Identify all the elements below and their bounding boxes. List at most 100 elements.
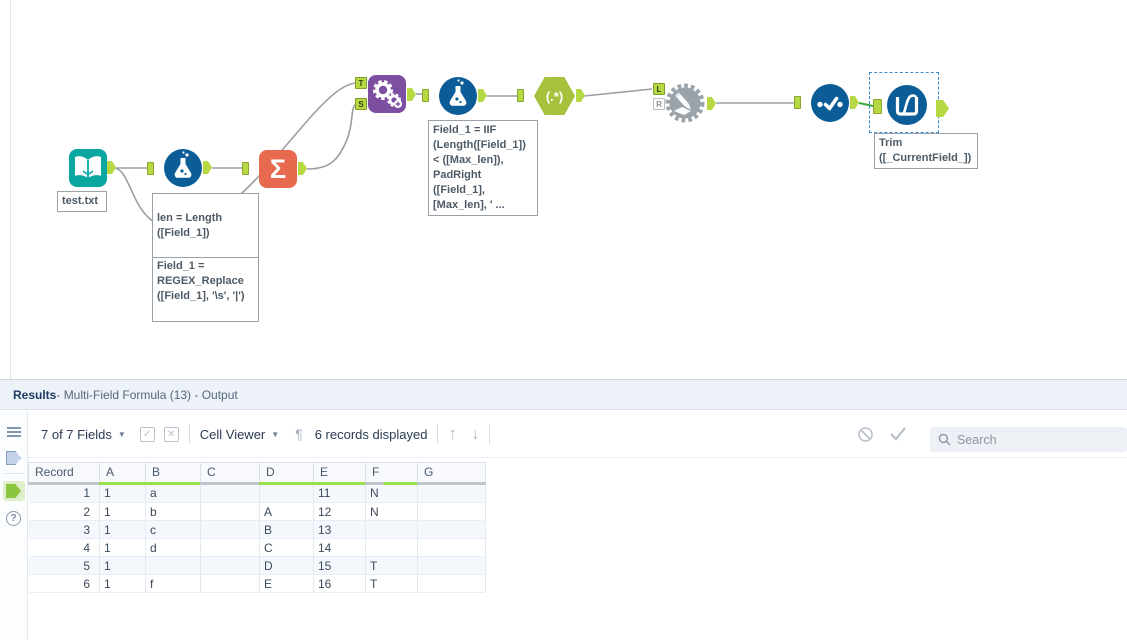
cell[interactable]: d bbox=[145, 538, 201, 557]
cell[interactable] bbox=[200, 556, 260, 575]
regex-input-anchor[interactable] bbox=[517, 89, 524, 102]
deselect-fields-icon[interactable]: ✕ bbox=[163, 426, 179, 442]
search-input[interactable] bbox=[957, 432, 1107, 447]
cell[interactable]: 1 bbox=[99, 520, 146, 539]
column-header-record[interactable]: Record bbox=[28, 462, 100, 485]
multi-field-formula-output-anchor[interactable] bbox=[936, 100, 949, 117]
cell[interactable] bbox=[259, 484, 314, 503]
append-fields-S-anchor[interactable]: S bbox=[355, 98, 367, 110]
pilcrow-icon[interactable]: ¶ bbox=[295, 426, 303, 442]
record-number[interactable]: 1 bbox=[28, 484, 100, 503]
cell[interactable] bbox=[417, 502, 486, 521]
cell[interactable] bbox=[417, 574, 486, 593]
cell[interactable] bbox=[200, 484, 260, 503]
cell[interactable]: T bbox=[365, 574, 418, 593]
record-number[interactable]: 2 bbox=[28, 502, 100, 521]
cell[interactable] bbox=[200, 502, 260, 521]
cell[interactable]: 1 bbox=[99, 484, 146, 503]
tool-dynamic-rename[interactable] bbox=[664, 82, 706, 124]
dynamic-rename-R-anchor[interactable]: R bbox=[653, 98, 665, 110]
cell[interactable] bbox=[200, 574, 260, 593]
cell[interactable]: 14 bbox=[313, 538, 366, 557]
tool-regex[interactable]: (.*) bbox=[534, 77, 575, 115]
cell[interactable]: N bbox=[365, 502, 418, 521]
column-header-d[interactable]: D bbox=[259, 462, 314, 485]
append-fields-output-anchor[interactable] bbox=[407, 88, 416, 101]
search-box[interactable] bbox=[930, 427, 1127, 452]
cell[interactable]: 1 bbox=[99, 502, 146, 521]
chevron-down-icon[interactable]: ▼ bbox=[271, 430, 279, 439]
cell[interactable]: B bbox=[259, 520, 314, 539]
record-number[interactable]: 6 bbox=[28, 574, 100, 593]
formula2-output-anchor[interactable] bbox=[478, 89, 487, 102]
cell[interactable]: 1 bbox=[99, 538, 146, 557]
cell[interactable]: 11 bbox=[313, 484, 366, 503]
cell[interactable]: a bbox=[145, 484, 201, 503]
dynamic-rename-L-anchor[interactable]: L bbox=[653, 83, 665, 95]
input-anchor-icon[interactable] bbox=[5, 450, 23, 466]
annotation-formula-1[interactable]: len = Length ([Field_1]) Field_1 = REGEX… bbox=[152, 193, 259, 322]
cell[interactable] bbox=[200, 520, 260, 539]
cell[interactable]: 1 bbox=[99, 556, 146, 575]
next-record-icon[interactable]: ↓ bbox=[471, 424, 480, 444]
cell[interactable]: T bbox=[365, 556, 418, 575]
output-anchor-icon[interactable] bbox=[2, 481, 25, 501]
column-header-c[interactable]: C bbox=[200, 462, 260, 485]
annotation-multi-field-formula[interactable]: Trim ([_CurrentField_]) bbox=[874, 133, 978, 169]
cell[interactable]: D bbox=[259, 556, 314, 575]
column-header-g[interactable]: G bbox=[417, 462, 486, 485]
column-header-e[interactable]: E bbox=[313, 462, 366, 485]
record-number[interactable]: 4 bbox=[28, 538, 100, 557]
column-header-a[interactable]: A bbox=[99, 462, 146, 485]
cell[interactable]: f bbox=[145, 574, 201, 593]
formula1-output-anchor[interactable] bbox=[203, 161, 212, 174]
formula1-input-anchor[interactable] bbox=[147, 162, 154, 175]
select-input-anchor[interactable] bbox=[794, 96, 801, 109]
annotation-input-data[interactable]: test.txt bbox=[57, 191, 107, 212]
cell[interactable]: 13 bbox=[313, 520, 366, 539]
cell[interactable] bbox=[417, 556, 486, 575]
cell[interactable] bbox=[365, 520, 418, 539]
formula2-input-anchor[interactable] bbox=[422, 89, 429, 102]
record-number[interactable]: 3 bbox=[28, 520, 100, 539]
prev-record-icon[interactable]: ↑ bbox=[448, 424, 457, 444]
cell-viewer-dropdown[interactable]: Cell Viewer bbox=[200, 427, 266, 442]
cell[interactable]: A bbox=[259, 502, 314, 521]
annotation-formula-2[interactable]: Field_1 = IIF (Length([Field_1]) < ([Max… bbox=[428, 120, 538, 216]
cell[interactable] bbox=[417, 484, 486, 503]
cell[interactable] bbox=[145, 556, 201, 575]
cell[interactable]: 16 bbox=[313, 574, 366, 593]
cell[interactable]: N bbox=[365, 484, 418, 503]
select-output-anchor[interactable] bbox=[850, 96, 859, 109]
cell[interactable]: C bbox=[259, 538, 314, 557]
apply-check-icon[interactable] bbox=[888, 426, 908, 442]
cell[interactable] bbox=[200, 538, 260, 557]
multi-field-formula-input-anchor[interactable] bbox=[873, 99, 882, 114]
cell[interactable]: 15 bbox=[313, 556, 366, 575]
chevron-down-icon[interactable]: ▼ bbox=[118, 430, 126, 439]
tool-append-fields[interactable] bbox=[368, 75, 406, 113]
tool-formula-1[interactable] bbox=[164, 149, 202, 187]
append-fields-T-anchor[interactable]: T bbox=[355, 77, 367, 89]
record-number[interactable]: 5 bbox=[28, 556, 100, 575]
cell[interactable]: 12 bbox=[313, 502, 366, 521]
cell[interactable]: b bbox=[145, 502, 201, 521]
cell[interactable]: c bbox=[145, 520, 201, 539]
cell[interactable] bbox=[365, 538, 418, 557]
tool-select[interactable] bbox=[811, 84, 849, 122]
tool-formula-2[interactable] bbox=[439, 77, 477, 115]
column-header-f[interactable]: F bbox=[365, 462, 418, 485]
no-symbol-icon[interactable] bbox=[857, 426, 874, 443]
select-fields-check-icon[interactable]: ✓ bbox=[139, 426, 155, 442]
column-header-b[interactable]: B bbox=[145, 462, 201, 485]
cell[interactable]: E bbox=[259, 574, 314, 593]
cell[interactable] bbox=[417, 520, 486, 539]
metadata-list-icon[interactable] bbox=[5, 424, 23, 440]
regex-output-anchor[interactable] bbox=[576, 89, 585, 102]
tool-input-data[interactable] bbox=[69, 149, 107, 187]
workflow-canvas[interactable]: Σ T S (.*) L R test.txt len = Length ([F… bbox=[0, 0, 1127, 379]
fields-summary-dropdown[interactable]: 7 of 7 Fields bbox=[41, 427, 112, 442]
cell[interactable]: 1 bbox=[99, 574, 146, 593]
summarize-output-anchor[interactable] bbox=[298, 162, 307, 175]
connection-wires[interactable] bbox=[0, 0, 1127, 379]
